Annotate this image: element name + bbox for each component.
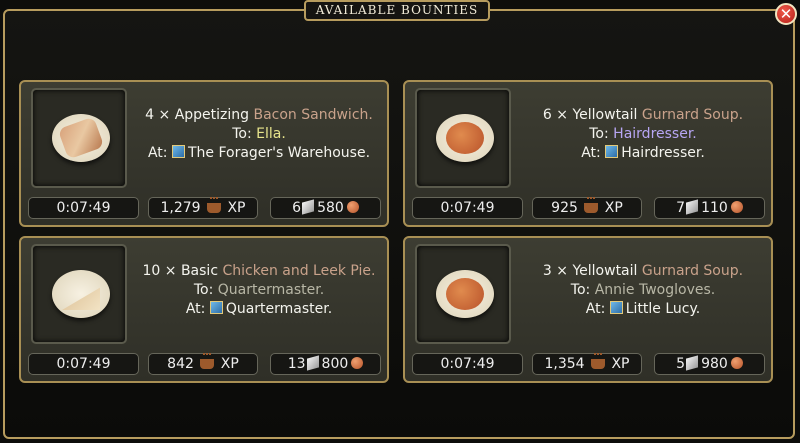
location-name: Quartermaster. [225,301,333,317]
soup-bowl-icon [436,114,494,162]
panel-title: AVAILABLE BOUNTIES [304,0,490,21]
location-icon [171,145,185,158]
bounty-card-2[interactable]: 6 × Yellowtail Gurnard Soup. To: Hairdre… [403,80,773,227]
timer: 0:07:49 [412,353,523,375]
soup-bowl-icon [436,270,494,318]
xp-reward: 842 XP [148,353,258,375]
coin-icon [346,201,359,213]
location-name: The Forager's Warehouse. [187,145,371,161]
location-name: Little Lucy. [625,301,701,317]
ingot-icon [686,355,699,371]
ingot-icon [686,199,699,215]
sandwich-icon [52,114,110,162]
xp-reward: 1,279 XP [148,197,258,219]
currency-reward: 6 580 [270,197,381,219]
pie-slice-icon [52,270,110,318]
location-icon [209,301,223,314]
xp-reward: 1,354 XP [532,353,642,375]
bounty-card-4[interactable]: 3 × Yellowtail Gurnard Soup. To: Annie T… [403,236,773,383]
recipient-name: Annie Twogloves. [594,282,716,298]
bounty-card-1[interactable]: 4 × Appetizing Bacon Sandwich. To: Ella.… [19,80,389,227]
ingot-icon [306,355,319,371]
item-image-frame [31,244,127,344]
close-icon[interactable]: ✕ [775,3,797,25]
timer: 0:07:49 [412,197,523,219]
timer: 0:07:49 [28,197,139,219]
recipient-name: Hairdresser. [613,126,697,142]
bounty-info: 4 × Appetizing Bacon Sandwich. To: Ella.… [145,107,373,161]
bounty-info: 6 × Yellowtail Gurnard Soup. To: Hairdre… [542,107,744,161]
bounty-info: 10 × Basic Chicken and Leek Pie. To: Qua… [142,263,376,317]
timer: 0:07:49 [28,353,139,375]
bounty-info: 3 × Yellowtail Gurnard Soup. To: Annie T… [542,263,744,317]
item-image-frame [31,88,127,188]
currency-reward: 5 980 [654,353,765,375]
cooking-pot-icon [207,197,222,213]
recipient-name: Quartermaster. [217,282,325,298]
xp-reward: 925 XP [532,197,642,219]
location-icon [609,301,623,314]
item-name: Chicken and Leek Pie. [222,263,376,279]
coin-icon [730,357,743,369]
recipient-name: Ella. [256,126,286,142]
currency-reward: 7 110 [654,197,765,219]
currency-reward: 13 800 [270,353,381,375]
item-name: Gurnard Soup. [641,107,744,123]
cooking-pot-icon [584,197,599,213]
cooking-pot-icon [200,353,215,369]
location-icon [605,145,619,158]
item-name: Bacon Sandwich. [253,107,373,123]
location-name: Hairdresser. [621,145,705,161]
cooking-pot-icon [591,353,606,369]
item-image-frame [415,244,511,344]
item-image-frame [415,88,511,188]
coin-icon [730,201,743,213]
item-name: Gurnard Soup. [641,263,744,279]
bounty-card-3[interactable]: 10 × Basic Chicken and Leek Pie. To: Qua… [19,236,389,383]
ingot-icon [302,199,315,215]
coin-icon [351,357,364,369]
